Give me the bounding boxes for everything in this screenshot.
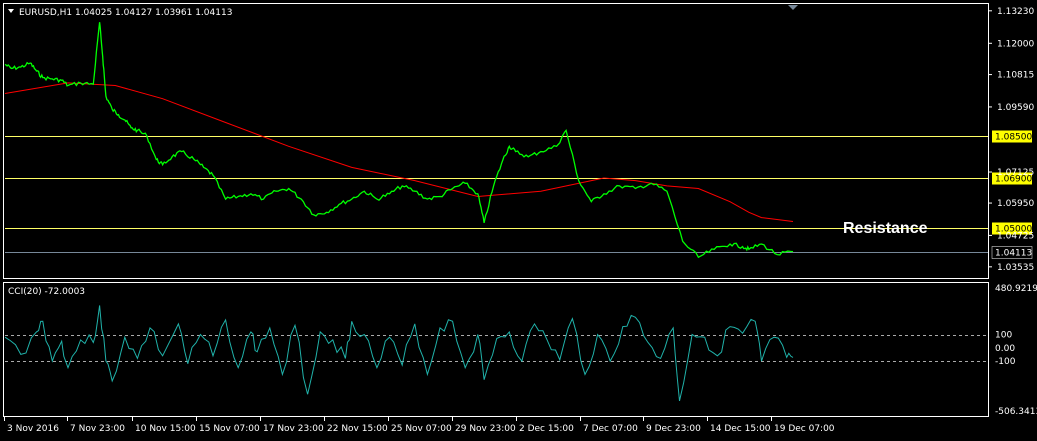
cci-tick-label: -100 [995, 357, 1016, 367]
annotation-resistance: Resistance [843, 220, 928, 237]
x-tick-label: 7 Dec 07:00 [583, 424, 638, 434]
y-tick-label: 1.09590 [997, 103, 1034, 113]
indicator-panel-frame [3, 282, 989, 417]
y-tick-label: 1.13230 [997, 7, 1034, 17]
x-tick-label: 7 Nov 23:00 [70, 424, 125, 434]
cci-tick-label: 0.00 [995, 344, 1015, 354]
cci-tick-label: 480.9219 [995, 284, 1037, 294]
cci-tick-label: -506.3413 [995, 407, 1037, 417]
cci-line[interactable] [4, 305, 794, 402]
x-tick-label: 2 Dec 15:00 [519, 424, 574, 434]
chart-canvas: 1.085001.069001.050001.04113 1.132301.12… [3, 3, 1037, 434]
level-label: 1.08500 [995, 133, 1032, 143]
shift-marker-icon[interactable] [788, 5, 798, 10]
x-tick-label: 15 Nov 07:00 [199, 424, 260, 434]
x-tick-label: 14 Dec 15:00 [710, 424, 771, 434]
main-panel-frame [3, 3, 989, 279]
indicator-header: CCI(20) -72.0003 [8, 287, 85, 297]
y-tick-label: 1.10815 [997, 71, 1034, 81]
symbol-header: EURUSD,H1 1.04025 1.04127 1.03961 1.0411… [19, 8, 232, 18]
x-tick-label: 22 Nov 15:00 [327, 424, 388, 434]
x-tick-label: 29 Nov 23:00 [455, 424, 516, 434]
y-tick-label: 1.07125 [997, 168, 1034, 178]
x-tick-label: 17 Nov 23:00 [263, 424, 324, 434]
dropdown-icon[interactable] [8, 9, 14, 13]
cci-tick-label: 100 [995, 331, 1012, 341]
x-tick-label: 19 Dec 07:00 [774, 424, 835, 434]
x-tick-label: 3 Nov 2016 [7, 424, 59, 434]
y-tick-label: 1.05950 [997, 199, 1034, 209]
x-tick-label: 25 Nov 07:00 [391, 424, 452, 434]
y-tick-label: 1.03535 [997, 263, 1034, 273]
moving-average-line[interactable] [4, 82, 794, 222]
x-tick-label: 10 Nov 15:00 [135, 424, 196, 434]
y-tick-label: 1.04725 [997, 231, 1034, 241]
y-tick-label: 1.12000 [997, 39, 1034, 49]
current-price-label: 1.04113 [995, 249, 1032, 259]
price-line[interactable] [4, 22, 794, 259]
x-tick-label: 9 Dec 23:00 [646, 424, 701, 434]
